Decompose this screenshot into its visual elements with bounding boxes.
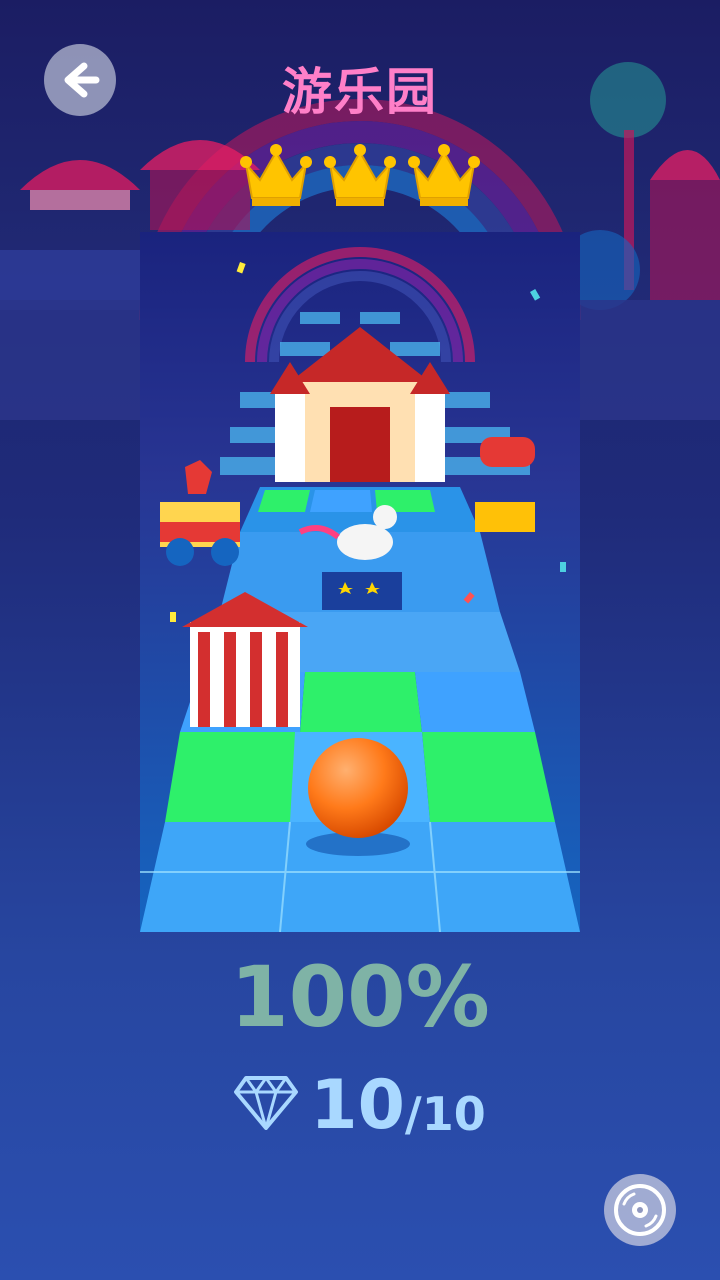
crown-icon <box>324 144 396 206</box>
gems-total: /10 <box>404 1087 486 1141</box>
level-preview <box>140 232 580 932</box>
crown-icon <box>408 144 480 206</box>
gems-collected: 10 <box>310 1066 405 1145</box>
crown-rating <box>240 140 480 220</box>
music-disc-icon <box>614 1184 666 1236</box>
crown-icon <box>240 144 312 206</box>
music-disc-button[interactable] <box>604 1174 676 1246</box>
completion-percent: 100% <box>230 948 490 1046</box>
diamond-icon <box>234 1076 299 1130</box>
gem-counter: 10 /10 <box>0 1070 720 1142</box>
level-title: 游乐园 <box>282 63 438 121</box>
